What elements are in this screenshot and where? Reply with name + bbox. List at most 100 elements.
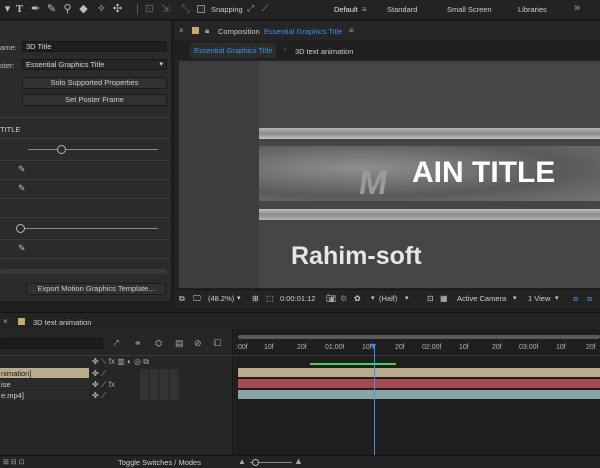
name-field[interactable]: 3D Title: [22, 41, 167, 52]
workspace-menu-icon[interactable]: ≡: [362, 5, 367, 14]
lock-icon[interactable]: 🔒︎: [205, 26, 209, 36]
mask-icon[interactable]: ⬚: [266, 294, 274, 303]
axis-icon: ⊡: [144, 3, 155, 15]
snapping-checkbox[interactable]: [197, 5, 205, 13]
timeline-bottom-bar: ⊞ ⊟ ⊡ Toggle Switches / Modes ▲ ▲: [0, 455, 600, 468]
graph-editor-icon[interactable]: ⧠: [214, 338, 221, 349]
set-poster-frame-button[interactable]: Set Poster Frame: [22, 94, 167, 106]
switches-header-icon: ✤ ⟍ fx ▥ ◐ ◎ ⧉: [92, 357, 149, 366]
workspace-libraries[interactable]: Libraries: [518, 5, 547, 14]
show-snapshot-icon[interactable]: ⚙: [340, 294, 347, 303]
layer-switches[interactable]: ✤ ⟋: [92, 391, 107, 401]
divider: [0, 160, 170, 161]
eyedropper-icon[interactable]: ✎: [18, 164, 26, 175]
close-icon[interactable]: ×: [179, 26, 184, 35]
layer-name: ise: [1, 380, 11, 389]
layer-name: e.mp4]: [1, 391, 24, 400]
zoom-out-icon[interactable]: ▲: [238, 457, 246, 466]
ruler-tick: 20f: [586, 344, 596, 351]
eyedropper-icon[interactable]: ✎: [18, 183, 26, 194]
render-cache-bar: [310, 363, 396, 365]
divider: [0, 239, 170, 240]
layer-track-bar[interactable]: [238, 379, 600, 388]
timeline-comp-tab[interactable]: 3D text animation: [33, 318, 91, 327]
grid-icon[interactable]: ⊞: [252, 294, 259, 303]
title-banner: M AIN TITLE: [259, 146, 600, 202]
channel-icon[interactable]: ✿: [354, 294, 361, 303]
motion-blur-icon[interactable]: ⊘: [194, 338, 202, 349]
chevron-down-icon: ▾: [159, 61, 163, 68]
table-row[interactable]: ise: [0, 379, 89, 389]
zoom-in-icon[interactable]: ▲: [294, 456, 303, 466]
zoom-level[interactable]: (48.2%): [208, 294, 234, 303]
display-icon[interactable]: 🖵︎: [193, 294, 201, 304]
master-value: Essential Graphics Title: [26, 60, 105, 69]
layer-name: nimation]: [1, 369, 32, 378]
more-workspaces-icon[interactable]: »: [574, 2, 580, 14]
slider-track[interactable]: [28, 149, 158, 150]
horizontal-scrollbar[interactable]: [0, 269, 167, 274]
slider-knob[interactable]: [57, 145, 66, 154]
slider-knob[interactable]: [16, 224, 25, 233]
ruler-tick: 20f: [297, 344, 307, 351]
frame-blending-icon[interactable]: ▤: [175, 338, 184, 349]
region-icon[interactable]: ⊡: [427, 294, 434, 303]
type-tool-icon[interactable]: T: [12, 2, 27, 17]
snap-options-icon[interactable]: ⟋: [262, 3, 268, 14]
layer-switches[interactable]: ✤ ⟋ fx: [92, 380, 115, 390]
clone-stamp-icon[interactable]: ⚲: [60, 2, 75, 17]
export-template-button[interactable]: Export Motion Graphics Template...: [26, 283, 166, 295]
layer-switches[interactable]: ✤ ⟋: [92, 369, 107, 379]
workspace-small-screen[interactable]: Small Screen: [447, 5, 492, 14]
table-row[interactable]: e.mp4]: [0, 390, 89, 400]
timecode[interactable]: 0:00:01:12: [280, 294, 315, 303]
composition-name[interactable]: Essential Graphics Title: [264, 27, 342, 36]
eyedropper-icon[interactable]: ✎: [18, 243, 26, 254]
transparency-grid-icon[interactable]: ▦: [440, 294, 448, 303]
divider: [0, 258, 170, 259]
playhead[interactable]: [374, 345, 375, 458]
solo-supported-properties-button[interactable]: Solo Supported Properties: [22, 77, 167, 89]
layer-switches-toggle-icon[interactable]: ⊞ ⊟ ⊡: [3, 458, 25, 466]
logo-letter: M: [356, 164, 391, 202]
divider: [234, 355, 600, 356]
workspace-default[interactable]: Default: [334, 5, 358, 14]
pasteboard: [179, 61, 259, 288]
toggle-pixel-aspect-icon[interactable]: ⧈: [573, 294, 578, 304]
panel-menu-icon[interactable]: ≡: [349, 26, 354, 35]
tab-3d-text-animation[interactable]: 3D text animation: [295, 47, 353, 56]
slider-track[interactable]: [24, 228, 158, 229]
move-icon: ⤡: [181, 3, 190, 15]
ruler-tick: 10f: [556, 344, 566, 351]
tab-essential-graphics-title[interactable]: Essential Graphics Title: [190, 43, 277, 58]
toggle-switches-modes-button[interactable]: Toggle Switches / Modes: [118, 458, 201, 467]
watermark-text: Rahim-soft: [291, 242, 422, 270]
eraser-icon[interactable]: ◆: [76, 2, 91, 17]
shy-layers-icon[interactable]: ⛭: [155, 338, 162, 349]
workspace-standard[interactable]: Standard: [387, 5, 417, 14]
layer-outline: ⤤ ⚭ ⛭ ▤ ⊘ ⧠ ✤ ⟍ fx ▥ ◐ ◎ ⧉ nimation] ✤ ⟋…: [0, 329, 233, 468]
pen-tool-icon[interactable]: ✒: [28, 2, 43, 17]
resolution[interactable]: (Half): [379, 294, 397, 303]
work-area-bar[interactable]: [238, 335, 600, 339]
comp-mini-flowchart-icon[interactable]: ⤤: [114, 338, 119, 349]
puppet-pin-icon[interactable]: ✣: [110, 2, 125, 17]
snap-icon[interactable]: ⤢: [247, 3, 254, 14]
view-layout[interactable]: 1 View: [528, 294, 550, 303]
camera-view[interactable]: Active Camera: [457, 294, 506, 303]
layer-track-bar[interactable]: [238, 368, 600, 377]
draft-3d-icon[interactable]: ⚭: [134, 338, 142, 349]
table-row[interactable]: nimation]: [0, 368, 89, 378]
roto-brush-icon[interactable]: ✧: [94, 2, 109, 17]
fast-previews-icon[interactable]: ⧈: [587, 294, 592, 304]
composition-viewer[interactable]: M AIN TITLE Rahim-soft: [179, 61, 600, 288]
divider: [0, 138, 170, 139]
always-preview-icon[interactable]: ⧉: [179, 294, 185, 304]
layer-search-input[interactable]: [0, 338, 103, 349]
master-dropdown[interactable]: Essential Graphics Title ▾: [22, 59, 167, 70]
close-icon[interactable]: ×: [3, 317, 8, 326]
layer-track-bar[interactable]: [238, 390, 600, 399]
zoom-slider-knob[interactable]: [252, 459, 259, 466]
snapshot-icon[interactable]: 📷︎: [326, 294, 336, 303]
brush-tool-icon[interactable]: ✎: [44, 2, 59, 17]
